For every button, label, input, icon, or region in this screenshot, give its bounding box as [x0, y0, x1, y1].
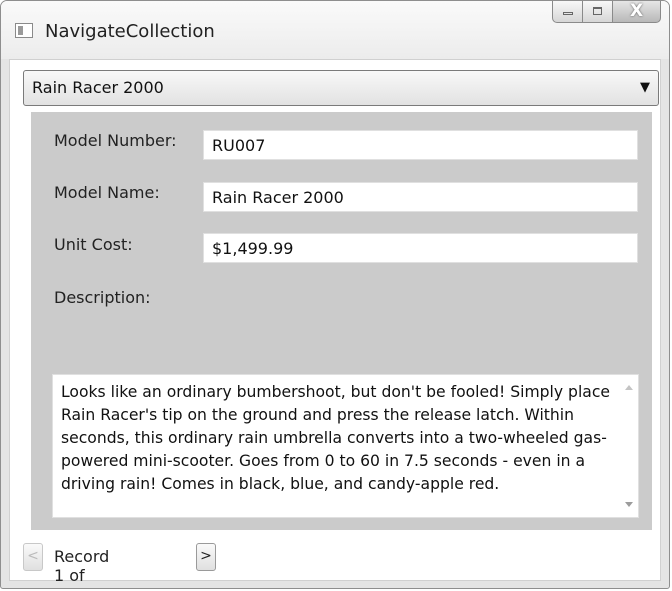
model-name-field[interactable]: Rain Racer 2000 — [203, 182, 638, 212]
caption-buttons: X — [552, 1, 661, 23]
model-number-label: Model Number: — [54, 131, 177, 150]
combobox-selected-text: Rain Racer 2000 — [32, 78, 164, 97]
window-title: NavigateCollection — [45, 21, 215, 42]
description-text: Looks like an ordinary bumbershoot, but … — [61, 383, 611, 493]
scroll-up-icon[interactable] — [625, 385, 633, 390]
model-name-label: Model Name: — [54, 183, 160, 202]
maximize-button[interactable] — [583, 1, 613, 23]
chevron-down-icon[interactable]: ▼ — [640, 80, 650, 95]
record-position-text: Record 1 of 41 — [54, 547, 110, 588]
previous-record-button[interactable]: < — [23, 543, 43, 571]
product-combobox[interactable]: Rain Racer 2000 ▼ — [23, 70, 659, 106]
unit-cost-label: Unit Cost: — [54, 235, 133, 254]
scroll-down-icon[interactable] — [625, 502, 633, 507]
unit-cost-field[interactable]: $1,499.99 — [203, 233, 638, 263]
close-button[interactable]: X — [613, 1, 661, 23]
app-window: NavigateCollection X Rain Racer 2000 ▼ M… — [0, 0, 670, 589]
title-bar[interactable]: NavigateCollection X — [1, 1, 669, 59]
description-scrollbar[interactable] — [618, 375, 638, 517]
minimize-button[interactable] — [552, 1, 583, 23]
description-textarea[interactable]: Looks like an ordinary bumbershoot, but … — [52, 374, 639, 518]
details-panel: Model Number: RU007 Model Name: Rain Rac… — [31, 112, 652, 530]
description-label: Description: — [54, 288, 151, 307]
window-app-icon[interactable] — [15, 23, 33, 38]
next-record-button[interactable]: > — [196, 543, 216, 571]
client-area: Rain Racer 2000 ▼ Model Number: RU007 Mo… — [9, 59, 661, 588]
model-number-field[interactable]: RU007 — [203, 130, 638, 160]
